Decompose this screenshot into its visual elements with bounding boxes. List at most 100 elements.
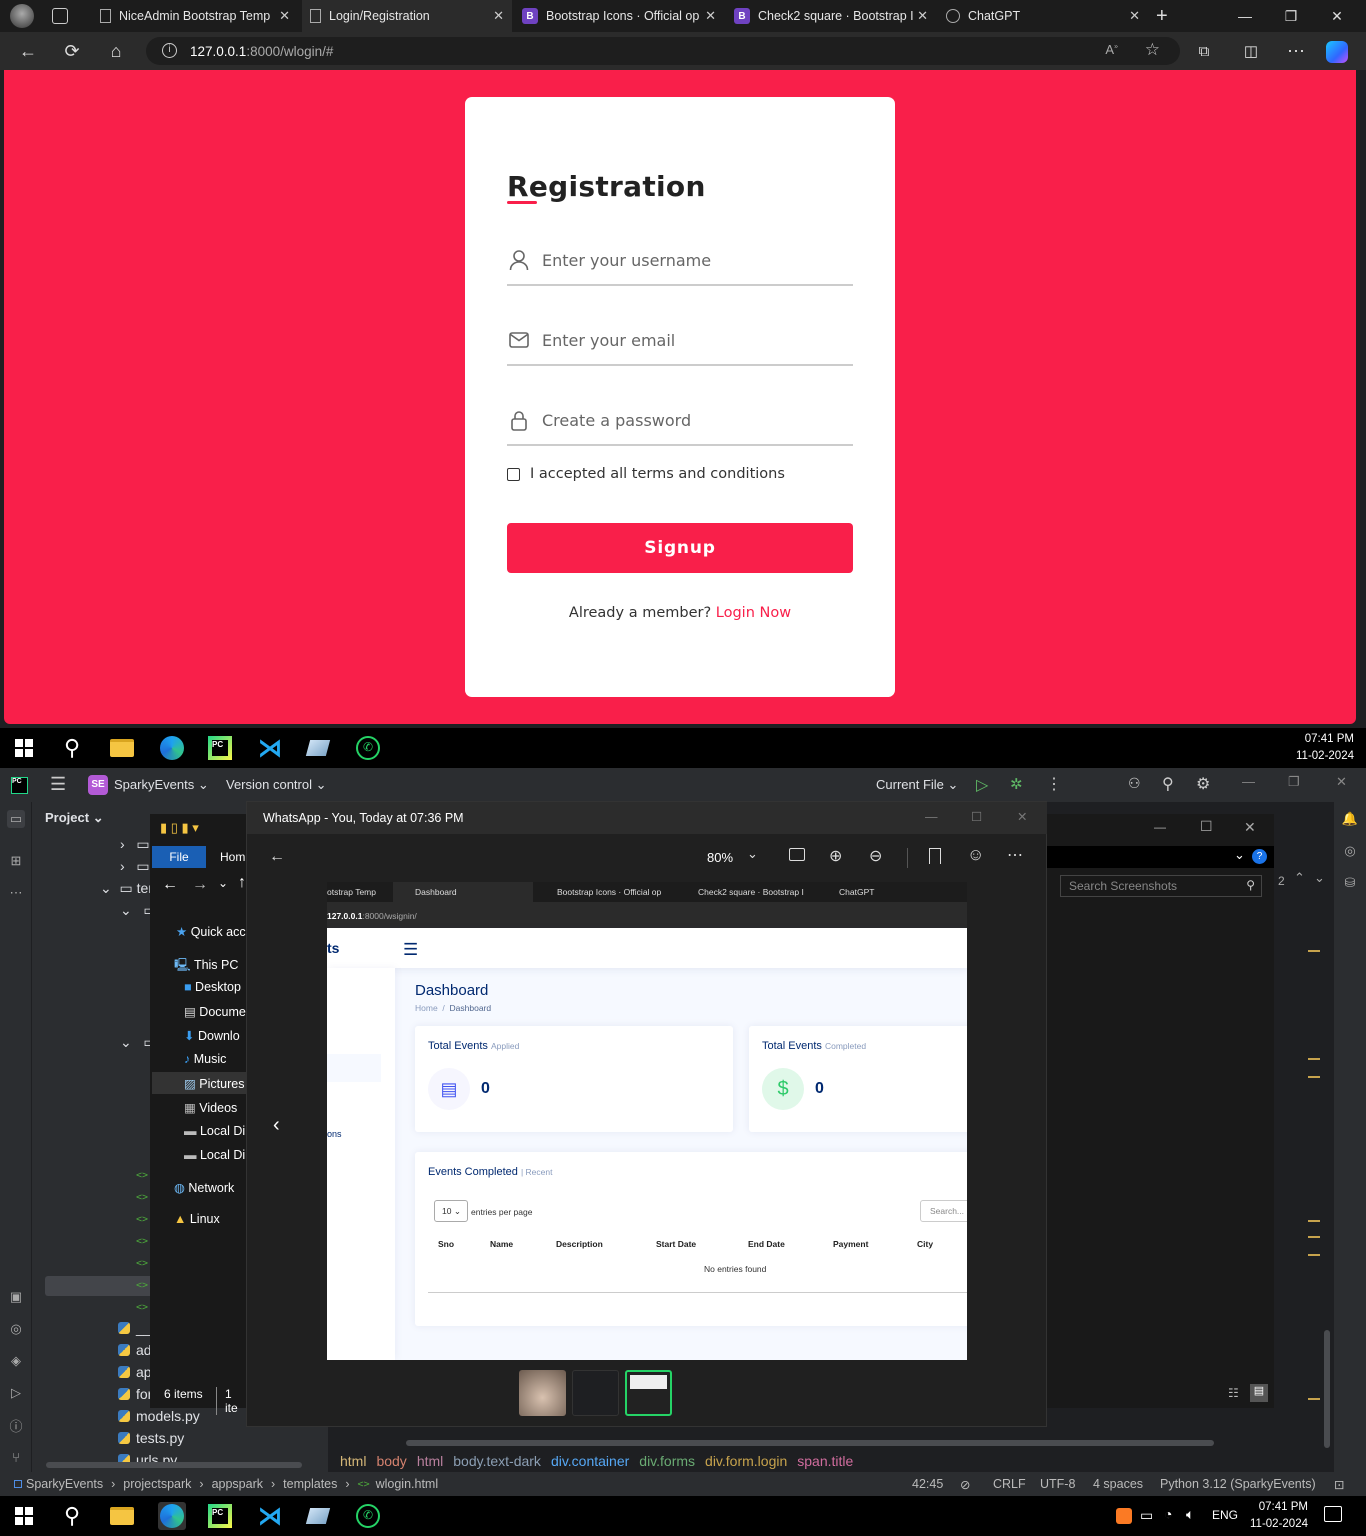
history-chevron-icon[interactable]: ⌄ (218, 876, 228, 890)
git-icon[interactable]: ⑂ (7, 1448, 25, 1466)
browser-tab[interactable]: ChatGPT ✕ (938, 0, 1148, 32)
restore-icon[interactable]: ❐ (1288, 774, 1300, 790)
thumbnail[interactable] (572, 1370, 619, 1416)
zoom-out-icon[interactable]: ⊖ (869, 846, 882, 866)
minimize-icon[interactable]: — (925, 810, 938, 824)
vertical-scrollbar[interactable] (1324, 1330, 1330, 1448)
nav-linux[interactable]: ▲ Linux (174, 1212, 220, 1226)
nav-this-pc[interactable]: 🖳 This PC (174, 956, 238, 977)
battery-icon[interactable]: ▭ (1140, 1507, 1153, 1524)
favorite-star-icon[interactable]: ☆ (1145, 40, 1160, 60)
nav-desktop[interactable]: ■ Desktop (184, 980, 241, 994)
edge-icon[interactable] (158, 1502, 186, 1530)
settings-gear-icon[interactable]: ⚙ (1196, 774, 1210, 794)
run-icon[interactable]: ▷ (976, 775, 988, 795)
clock[interactable]: 07:41 PM 11-02-2024 (1250, 1499, 1308, 1533)
layers-icon[interactable]: ◈ (7, 1352, 25, 1370)
start-icon[interactable] (10, 734, 38, 762)
split-screen-icon[interactable]: ◫ (1237, 38, 1265, 64)
nav-pictures[interactable]: ▨ Pictures (184, 1076, 244, 1091)
tree-item[interactable]: ⌄ ▭ ter (100, 880, 153, 897)
react-emoji-icon[interactable]: ☺ (967, 845, 984, 865)
add-user-icon[interactable]: ⚇ (1128, 775, 1141, 792)
services-icon[interactable]: ▷ (7, 1384, 25, 1402)
nav-local-disk[interactable]: ▬ Local Di (184, 1124, 245, 1138)
vscode-icon[interactable]: ⋊ (256, 734, 284, 762)
close-tab-icon[interactable]: ✕ (279, 8, 290, 24)
tree-item[interactable]: ap (118, 1364, 152, 1380)
whatsapp-icon[interactable]: ✆ (354, 1502, 382, 1530)
signup-button[interactable]: Signup (507, 523, 853, 573)
project-selector[interactable]: SparkyEvents ⌄ (114, 777, 209, 793)
python-console-icon[interactable]: ◎ (7, 1320, 25, 1338)
nav-documents[interactable]: ▤ Docume (184, 1004, 246, 1019)
nav-videos[interactable]: ▦ Videos (184, 1100, 237, 1115)
bookmark-icon[interactable] (929, 848, 941, 864)
tree-item[interactable]: › ▭ (120, 836, 150, 853)
nav-quick-access[interactable]: ★ Quick acc (176, 924, 246, 939)
horizontal-scrollbar[interactable] (46, 1462, 302, 1468)
minimize-icon[interactable]: — (1242, 774, 1255, 789)
zoom-in-icon[interactable]: ⊕ (829, 846, 842, 866)
ribbon-home-tab[interactable]: Hom (220, 850, 245, 864)
more-actions-icon[interactable]: ⋮ (1046, 774, 1062, 794)
password-field[interactable] (507, 396, 853, 446)
app-icon[interactable] (304, 1502, 332, 1530)
close-tab-icon[interactable]: ✕ (1129, 8, 1140, 24)
extensions-icon[interactable]: ⧉ (1190, 38, 1218, 64)
new-tab-icon[interactable]: + (1156, 5, 1168, 28)
email-field[interactable] (507, 316, 853, 366)
project-tool-icon[interactable]: ▭ (7, 810, 25, 828)
close-window-icon[interactable]: ✕ (1314, 0, 1360, 32)
start-icon[interactable] (10, 1502, 38, 1530)
nav-downloads[interactable]: ⬇ Downlo (184, 1028, 240, 1043)
read-aloud-icon[interactable]: A» (1105, 42, 1118, 57)
chevron-up-icon[interactable]: ⌃ (1294, 870, 1305, 886)
vscode-icon[interactable]: ⋊ (256, 1502, 284, 1530)
tree-item[interactable]: tests.py (118, 1430, 184, 1446)
email-input[interactable] (542, 330, 832, 350)
pycharm-icon[interactable]: PC (206, 734, 234, 762)
notification-center-icon[interactable] (1324, 1506, 1342, 1522)
details-view-icon[interactable]: ☷ (1228, 1386, 1239, 1400)
search-icon[interactable]: ⚲ (58, 734, 86, 762)
forward-icon[interactable]: → (192, 876, 208, 894)
maximize-icon[interactable]: ☐ (971, 809, 982, 824)
search-icon[interactable]: ⚲ (58, 1502, 86, 1530)
ai-assistant-icon[interactable]: ◎ (1341, 842, 1359, 860)
ribbon-file-tab[interactable]: File (152, 846, 206, 868)
terminal-icon[interactable]: ▣ (7, 1288, 25, 1306)
project-panel-title[interactable]: Project ⌄ (45, 810, 104, 826)
close-window-icon[interactable]: ✕ (1336, 774, 1347, 790)
language-indicator[interactable]: ENG (1212, 1508, 1238, 1522)
notifications-icon[interactable]: 🔔 (1341, 810, 1359, 828)
search-icon[interactable]: ⚲ (1162, 774, 1174, 794)
whatsapp-icon[interactable]: ✆ (354, 734, 382, 762)
close-window-icon[interactable]: ✕ (1017, 809, 1027, 824)
minimize-icon[interactable]: — (1154, 820, 1166, 834)
url-field[interactable]: i 127.0.0.1:8000/wlogin/# A» ☆ (146, 37, 1180, 65)
zoom-level[interactable]: 80% (707, 850, 733, 865)
file-explorer-icon[interactable] (108, 734, 136, 762)
previous-image-icon[interactable]: ‹ (273, 1114, 280, 1137)
thumbnail[interactable] (519, 1370, 566, 1416)
login-link[interactable]: Login Now (716, 605, 791, 621)
tree-item[interactable]: › ▭ (120, 858, 150, 875)
problems-icon[interactable]: ⓘ (7, 1416, 25, 1434)
back-arrow-icon[interactable]: ← (269, 848, 285, 866)
app-icon[interactable] (304, 734, 332, 762)
terms-checkbox[interactable] (507, 467, 520, 481)
home-icon[interactable]: ⌂ (102, 38, 130, 64)
browser-tab[interactable]: NiceAdmin Bootstrap Temp ✕ (92, 0, 298, 32)
password-input[interactable] (542, 410, 832, 430)
wifi-icon[interactable]: ◔ (1164, 1506, 1172, 1522)
chevron-down-icon[interactable]: ⌄ (1314, 870, 1325, 886)
volume-icon[interactable]: 🔈︎ (1186, 1506, 1194, 1523)
structure-icon[interactable]: ⊞ (7, 852, 25, 870)
back-icon[interactable]: ← (14, 38, 42, 64)
browser-tab[interactable]: B Check2 square · Bootstrap I ✕ (726, 0, 936, 32)
expand-ribbon-icon[interactable]: ⌄ (1234, 847, 1245, 863)
main-menu-icon[interactable]: ☰ (50, 774, 66, 795)
close-tab-icon[interactable]: ✕ (493, 8, 504, 24)
thumbnail-selected[interactable] (625, 1370, 672, 1416)
